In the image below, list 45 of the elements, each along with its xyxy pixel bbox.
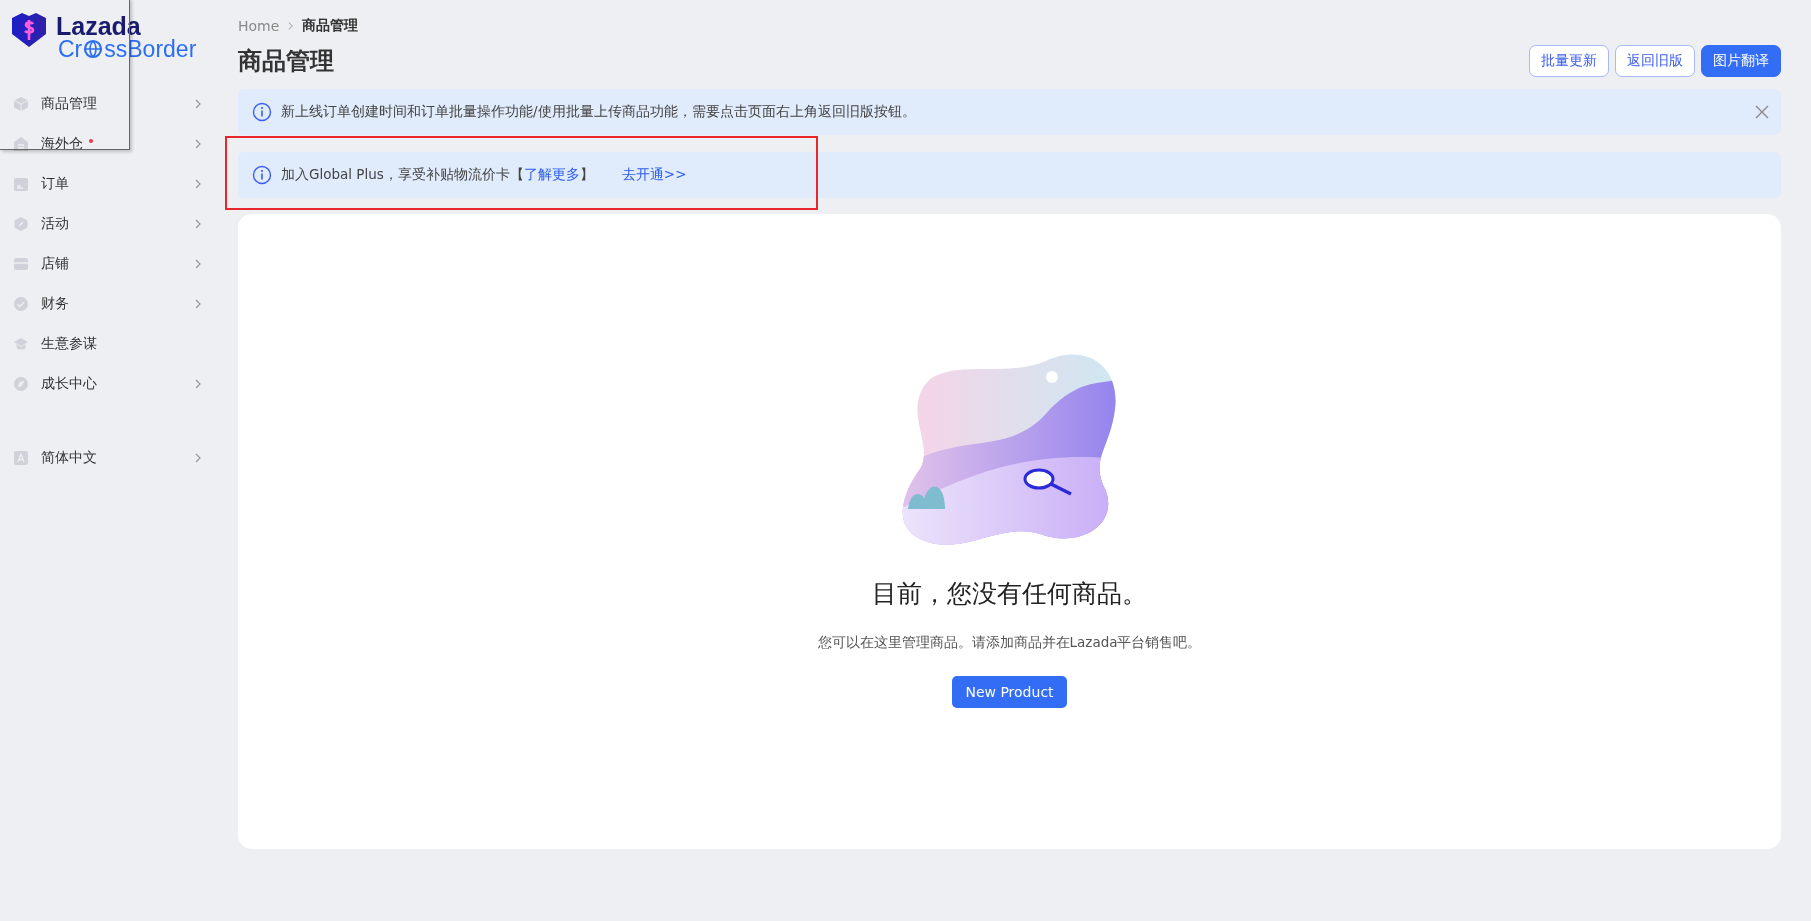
product-name-start: Cr — [58, 36, 83, 62]
notification-dot — [89, 139, 93, 143]
learn-more-link[interactable]: 了解更多 — [523, 166, 580, 184]
sidebar-item[interactable]: 商品管理 — [0, 84, 230, 124]
chevron-right-icon — [194, 99, 202, 109]
empty-state-heading: 目前，您没有任何商品。 — [872, 578, 1147, 610]
info-icon — [252, 102, 272, 122]
close-button[interactable] — [1755, 105, 1769, 119]
cube-icon — [13, 96, 29, 112]
chevron-right-icon — [194, 259, 202, 269]
chevron-right-icon — [194, 379, 202, 389]
notice-text: 加入Global Plus，享受补贴物流价卡【 — [281, 166, 524, 184]
chevron-right-icon — [194, 453, 202, 463]
chevron-right-icon — [194, 139, 202, 149]
sidebar-item[interactable]: 生意参谋 — [0, 324, 230, 364]
sidebar-item[interactable]: 活动 — [0, 204, 230, 244]
chevron-right-icon — [194, 179, 202, 189]
sidebar-item[interactable]: 财务 — [0, 284, 230, 324]
info-icon — [252, 165, 272, 185]
breadcrumb-current: 商品管理 — [302, 17, 359, 35]
chevron-right-icon — [194, 219, 202, 229]
new-product-button[interactable]: New Product — [952, 676, 1067, 708]
globe-icon — [83, 39, 104, 59]
header-button[interactable]: 图片翻译 — [1701, 45, 1781, 77]
percent-hexagon-icon — [13, 216, 29, 232]
sidebar-item[interactable]: 成长中心 — [0, 364, 230, 404]
activate-link[interactable]: 去开通>> — [621, 166, 687, 184]
check-circle-icon — [13, 296, 29, 312]
empty-state-description: 您可以在这里管理商品。请添加商品并在Lazada平台销售吧。 — [817, 634, 1202, 652]
store-icon — [13, 256, 29, 272]
warehouse-icon — [13, 136, 29, 152]
chevron-right-icon — [287, 21, 295, 31]
sidebar-item[interactable]: 订单 — [0, 164, 230, 204]
notice-text: 】 — [579, 166, 594, 184]
clipboard-icon — [13, 176, 29, 192]
header-button[interactable]: 批量更新 — [1529, 45, 1609, 77]
chevron-right-icon — [194, 299, 202, 309]
leaf-circle-icon — [13, 376, 29, 392]
notice-text: 新上线订单创建时间和订单批量操作功能/使用批量上传商品功能，需要点击页面右上角返回旧版按钮。 — [281, 103, 916, 121]
sidebar-item[interactable]: 店铺 — [0, 244, 230, 284]
sidebar-item[interactable]: 简体中文 — [0, 438, 230, 478]
header-button[interactable]: 返回旧版 — [1615, 45, 1695, 77]
page-title: 商品管理 — [238, 46, 334, 77]
text-icon — [13, 450, 29, 466]
graduation-cap-icon — [13, 336, 29, 352]
